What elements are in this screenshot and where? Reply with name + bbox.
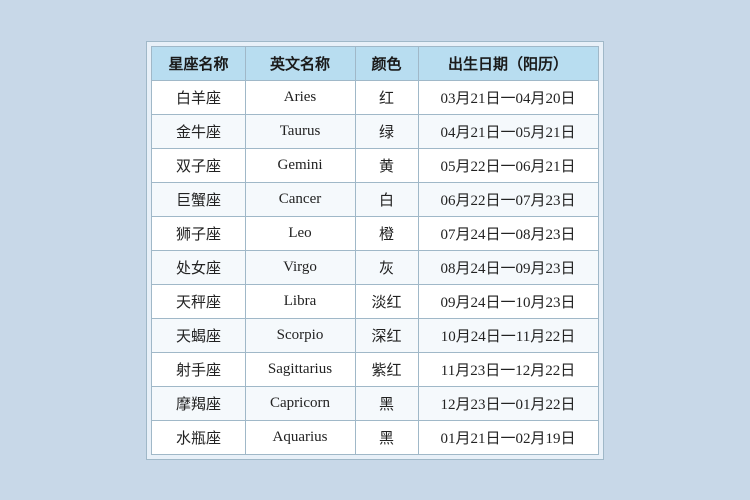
table-row: 白羊座Aries红03月21日一04月20日 — [152, 80, 598, 114]
table-header-row: 星座名称 英文名称 颜色 出生日期（阳历） — [152, 46, 598, 80]
cell-english: Aries — [245, 80, 355, 114]
cell-date: 06月22日一07月23日 — [418, 182, 598, 216]
table-row: 摩羯座Capricorn黑12月23日一01月22日 — [152, 386, 598, 420]
cell-english: Scorpio — [245, 318, 355, 352]
cell-english: Gemini — [245, 148, 355, 182]
table-row: 巨蟹座Cancer白06月22日一07月23日 — [152, 182, 598, 216]
cell-chinese: 摩羯座 — [152, 386, 245, 420]
cell-color: 黑 — [355, 386, 418, 420]
cell-chinese: 金牛座 — [152, 114, 245, 148]
cell-chinese: 巨蟹座 — [152, 182, 245, 216]
cell-english: Cancer — [245, 182, 355, 216]
cell-date: 03月21日一04月20日 — [418, 80, 598, 114]
cell-chinese: 处女座 — [152, 250, 245, 284]
cell-color: 紫红 — [355, 352, 418, 386]
zodiac-table: 星座名称 英文名称 颜色 出生日期（阳历） 白羊座Aries红03月21日一04… — [151, 46, 598, 455]
cell-chinese: 狮子座 — [152, 216, 245, 250]
table-row: 水瓶座Aquarius黑01月21日一02月19日 — [152, 420, 598, 454]
table-row: 双子座Gemini黄05月22日一06月21日 — [152, 148, 598, 182]
table-body: 白羊座Aries红03月21日一04月20日金牛座Taurus绿04月21日一0… — [152, 80, 598, 454]
cell-date: 01月21日一02月19日 — [418, 420, 598, 454]
table-row: 狮子座Leo橙07月24日一08月23日 — [152, 216, 598, 250]
cell-date: 10月24日一11月22日 — [418, 318, 598, 352]
cell-english: Taurus — [245, 114, 355, 148]
header-color: 颜色 — [355, 46, 418, 80]
header-chinese: 星座名称 — [152, 46, 245, 80]
cell-date: 09月24日一10月23日 — [418, 284, 598, 318]
cell-color: 深红 — [355, 318, 418, 352]
cell-color: 灰 — [355, 250, 418, 284]
cell-date: 05月22日一06月21日 — [418, 148, 598, 182]
header-english: 英文名称 — [245, 46, 355, 80]
cell-english: Leo — [245, 216, 355, 250]
cell-date: 12月23日一01月22日 — [418, 386, 598, 420]
table-row: 处女座Virgo灰08月24日一09月23日 — [152, 250, 598, 284]
cell-chinese: 白羊座 — [152, 80, 245, 114]
table-row: 天秤座Libra淡红09月24日一10月23日 — [152, 284, 598, 318]
cell-chinese: 天秤座 — [152, 284, 245, 318]
table-row: 天蝎座Scorpio深红10月24日一11月22日 — [152, 318, 598, 352]
cell-date: 04月21日一05月21日 — [418, 114, 598, 148]
cell-chinese: 水瓶座 — [152, 420, 245, 454]
cell-color: 绿 — [355, 114, 418, 148]
cell-color: 淡红 — [355, 284, 418, 318]
cell-english: Libra — [245, 284, 355, 318]
cell-chinese: 天蝎座 — [152, 318, 245, 352]
cell-color: 橙 — [355, 216, 418, 250]
cell-color: 红 — [355, 80, 418, 114]
cell-english: Sagittarius — [245, 352, 355, 386]
cell-chinese: 射手座 — [152, 352, 245, 386]
zodiac-table-container: 星座名称 英文名称 颜色 出生日期（阳历） 白羊座Aries红03月21日一04… — [146, 41, 603, 460]
table-row: 金牛座Taurus绿04月21日一05月21日 — [152, 114, 598, 148]
cell-english: Virgo — [245, 250, 355, 284]
cell-english: Capricorn — [245, 386, 355, 420]
cell-date: 07月24日一08月23日 — [418, 216, 598, 250]
header-date: 出生日期（阳历） — [418, 46, 598, 80]
cell-date: 11月23日一12月22日 — [418, 352, 598, 386]
table-row: 射手座Sagittarius紫红11月23日一12月22日 — [152, 352, 598, 386]
cell-english: Aquarius — [245, 420, 355, 454]
cell-chinese: 双子座 — [152, 148, 245, 182]
cell-color: 白 — [355, 182, 418, 216]
cell-date: 08月24日一09月23日 — [418, 250, 598, 284]
cell-color: 黑 — [355, 420, 418, 454]
cell-color: 黄 — [355, 148, 418, 182]
